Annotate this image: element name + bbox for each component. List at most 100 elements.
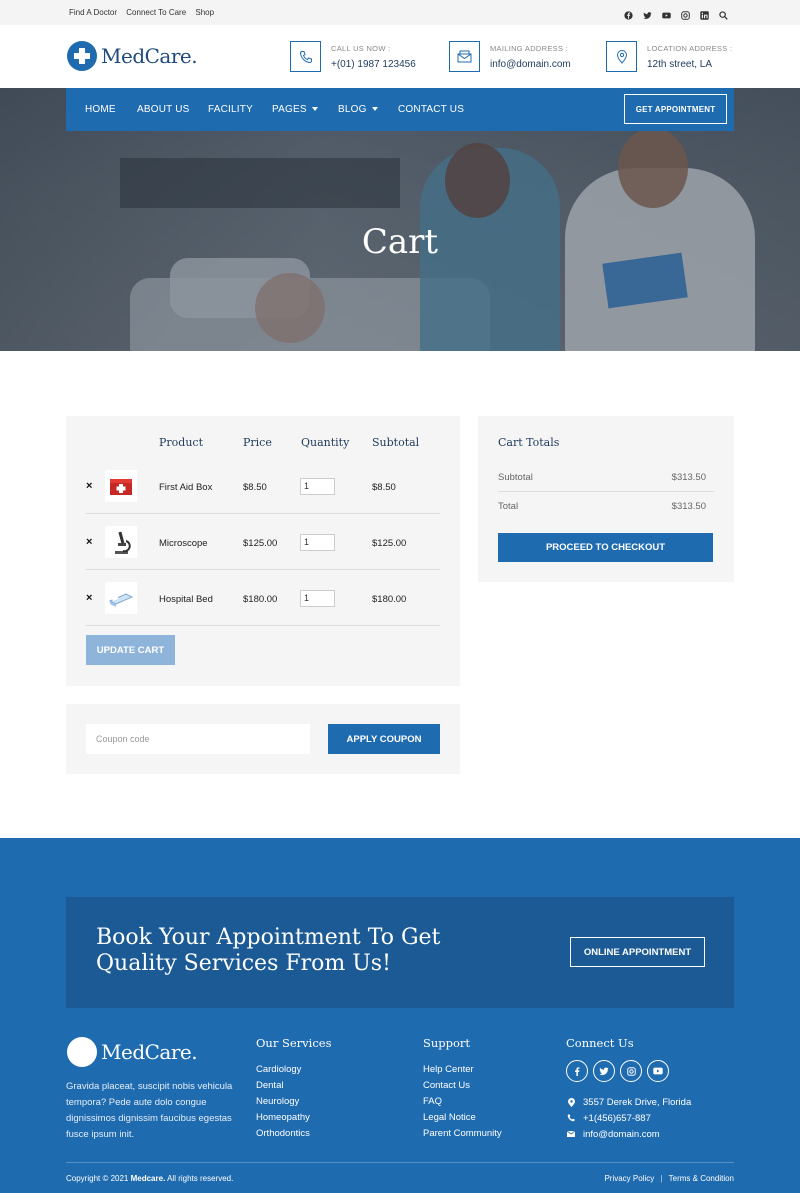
phone-icon — [290, 41, 321, 72]
instagram-icon[interactable] — [620, 1060, 642, 1082]
subtotal-label: Subtotal — [498, 472, 533, 483]
youtube-icon[interactable] — [662, 7, 671, 19]
cart-row: × First Aid Box $8.50 1 $8.50 — [86, 458, 440, 514]
facebook-icon[interactable] — [624, 7, 633, 20]
cart-row: × Hospital Bed $180.00 1 $180.00 — [86, 570, 440, 626]
copyright-suffix: All rights reserved. — [165, 1174, 234, 1183]
product-price: $125.00 — [243, 538, 278, 549]
footer-email[interactable]: info@domain.com — [583, 1129, 660, 1140]
coupon-input[interactable]: Coupon code — [86, 724, 310, 754]
location-pin-icon — [606, 41, 637, 72]
nav-about[interactable]: ABOUT US — [137, 104, 190, 115]
privacy-policy-link[interactable]: Privacy Policy — [604, 1174, 654, 1183]
site-logo[interactable]: MedCare. — [67, 41, 198, 71]
location-pin-icon — [566, 1097, 576, 1107]
copyright-prefix: Copyright © 2021 — [66, 1174, 131, 1183]
top-link-find-doctor[interactable]: Find A Doctor — [69, 8, 117, 17]
total-value: $313.50 — [671, 501, 706, 512]
footer-phone-row: +1(456)657-887 — [566, 1110, 691, 1126]
quantity-input[interactable]: 1 — [300, 590, 335, 607]
twitter-icon[interactable] — [593, 1060, 615, 1082]
mail-address[interactable]: info@domain.com — [490, 59, 571, 70]
proceed-to-checkout-button[interactable]: PROCEED TO CHECKOUT — [498, 533, 713, 562]
get-appointment-button[interactable]: GET APPOINTMENT — [624, 94, 727, 124]
footer-brand-name: MedCare. — [101, 1040, 198, 1064]
service-link[interactable]: Dental — [256, 1080, 332, 1096]
subtotal-value: $313.50 — [671, 472, 706, 483]
remove-item-icon[interactable]: × — [86, 536, 92, 548]
nav-home[interactable]: HOME — [85, 104, 116, 115]
terms-link[interactable]: Terms & Condition — [669, 1174, 734, 1183]
footer-divider — [66, 1162, 734, 1163]
envelope-icon — [566, 1131, 576, 1137]
twitter-icon[interactable] — [643, 7, 652, 19]
connect-title: Connect Us — [566, 1036, 634, 1050]
nav-pages[interactable]: PAGES — [272, 104, 318, 115]
instagram-icon[interactable] — [681, 7, 690, 20]
online-appointment-button[interactable]: ONLINE APPOINTMENT — [570, 937, 705, 967]
footer-logo[interactable]: MedCare. — [67, 1037, 198, 1067]
support-link[interactable]: Legal Notice — [423, 1112, 502, 1128]
nav-facility[interactable]: FACILITY — [208, 104, 253, 115]
location-info: LOCATION ADDRESS : 12th street, LA — [606, 41, 732, 72]
product-subtotal: $8.50 — [372, 482, 396, 493]
phone-icon — [566, 1114, 576, 1122]
envelope-icon — [449, 41, 480, 72]
copyright-brand: Medcare. — [130, 1174, 166, 1183]
hospital-bed-icon[interactable] — [105, 582, 137, 614]
service-link[interactable]: Orthodontics — [256, 1128, 332, 1144]
first-aid-box-icon[interactable] — [105, 470, 137, 502]
product-subtotal: $180.00 — [372, 594, 407, 605]
nav-blog[interactable]: BLOG — [338, 104, 378, 115]
product-subtotal: $125.00 — [372, 538, 407, 549]
legal-links: Privacy Policy | Terms & Condition — [604, 1174, 734, 1183]
chevron-down-icon — [311, 107, 318, 112]
support-link[interactable]: Parent Community — [423, 1128, 502, 1144]
service-link[interactable]: Homeopathy — [256, 1112, 332, 1128]
linkedin-icon[interactable] — [700, 7, 709, 20]
medical-cross-icon — [67, 41, 97, 71]
total-row: Total $313.50 — [498, 492, 714, 521]
remove-item-icon[interactable]: × — [86, 592, 92, 604]
product-name[interactable]: First Aid Box — [159, 482, 212, 493]
call-label: CALL US NOW : — [331, 43, 391, 53]
product-price: $180.00 — [243, 594, 278, 605]
service-link[interactable]: Cardiology — [256, 1064, 332, 1080]
update-cart-button[interactable]: UPDATE CART — [86, 635, 175, 665]
site-footer: Book Your Appointment To Get Quality Ser… — [0, 838, 800, 1193]
header-subtotal: Subtotal — [372, 436, 420, 449]
support-link[interactable]: FAQ — [423, 1096, 502, 1112]
footer-address: 3557 Derek Drive, Florida — [583, 1096, 692, 1108]
remove-item-icon[interactable]: × — [86, 480, 92, 492]
top-link-shop[interactable]: Shop — [195, 8, 214, 17]
total-label: Total — [498, 501, 519, 512]
footer-contact-info: 3557 Derek Drive, Florida +1(456)657-887… — [566, 1094, 691, 1142]
footer-phone[interactable]: +1(456)657-887 — [583, 1113, 651, 1124]
header-product: Product — [159, 436, 203, 449]
nav-contact[interactable]: CONTACT US — [398, 104, 464, 115]
footer-about-text: Gravida placeat, suscipit nobis vehicula… — [66, 1081, 233, 1140]
apply-coupon-button[interactable]: APPLY COUPON — [328, 724, 440, 754]
mail-info: MAILING ADDRESS : info@domain.com — [449, 41, 571, 72]
search-icon[interactable] — [719, 7, 728, 20]
service-link[interactable]: Neurology — [256, 1096, 332, 1112]
youtube-icon[interactable] — [647, 1060, 669, 1082]
quantity-input[interactable]: 1 — [300, 478, 335, 495]
product-name[interactable]: Microscope — [159, 538, 208, 549]
call-number[interactable]: +(01) 1987 123456 — [331, 59, 416, 70]
services-title: Our Services — [256, 1036, 332, 1050]
footer-support: Support Help Center Contact Us FAQ Legal… — [423, 1036, 502, 1144]
support-link[interactable]: Contact Us — [423, 1080, 502, 1096]
product-name[interactable]: Hospital Bed — [159, 594, 213, 605]
cart-totals-title: Cart Totals — [498, 436, 560, 449]
page-title: Cart — [361, 222, 439, 262]
support-link[interactable]: Help Center — [423, 1064, 502, 1080]
subtotal-row: Subtotal $313.50 — [498, 463, 714, 492]
site-header: MedCare. CALL US NOW : +(01) 1987 123456… — [0, 25, 800, 88]
cart-totals: Cart Totals Subtotal $313.50 Total $313.… — [478, 416, 734, 582]
quantity-input[interactable]: 1 — [300, 534, 335, 551]
support-title: Support — [423, 1036, 471, 1050]
top-link-connect-care[interactable]: Connect To Care — [126, 8, 186, 17]
facebook-icon[interactable] — [566, 1060, 588, 1082]
microscope-icon[interactable] — [105, 526, 137, 558]
